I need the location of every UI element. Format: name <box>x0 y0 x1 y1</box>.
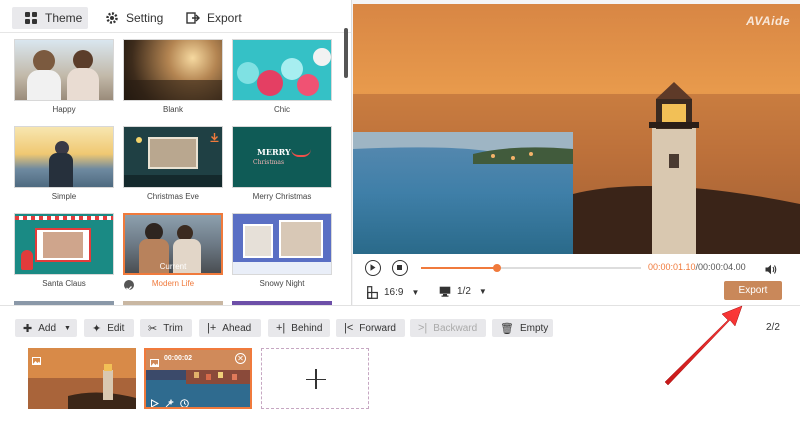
chevron-down-icon: ▼ <box>64 324 71 332</box>
empty-button[interactable]: 🗑 Empty <box>492 319 553 337</box>
theme-label: Merry Christmas <box>252 192 312 201</box>
plus-icon <box>306 378 326 380</box>
chevron-down-icon: ▼ <box>478 287 487 296</box>
theme-thumbnail[interactable] <box>14 126 114 188</box>
stop-button[interactable] <box>392 260 408 276</box>
theme-thumbnail[interactable]: MERRY Christmas <box>232 126 332 188</box>
time-current: 00:00:01.10 <box>648 262 696 272</box>
backward-label: Backward <box>433 322 478 334</box>
volume-icon[interactable] <box>765 262 777 275</box>
monitor-icon <box>439 286 451 297</box>
behind-button[interactable]: +| Behind <box>268 319 330 337</box>
play-icon[interactable] <box>150 395 160 407</box>
play-button[interactable] <box>365 260 381 276</box>
theme-label: Christmas Eve <box>146 192 199 201</box>
tab-export[interactable]: Export <box>186 7 242 29</box>
progress-bar[interactable] <box>421 264 641 272</box>
app-window: Theme Setting Export Happy Blank Chic Si… <box>0 0 800 422</box>
current-badge: Current <box>159 262 187 271</box>
aspect-ratio-value: 16:9 <box>384 287 404 298</box>
edit-button[interactable]: ✦ Edit <box>84 319 134 337</box>
download-icon[interactable] <box>210 129 219 143</box>
plus-icon: ✚ <box>23 322 33 335</box>
theme-thumbnail-selected[interactable]: Current <box>123 213 223 275</box>
behind-icon: +| <box>276 322 286 334</box>
magic-wand-icon[interactable] <box>165 395 175 407</box>
backward-button[interactable]: >| Backward <box>410 319 486 337</box>
aspect-ratio-select[interactable]: 16:9 ▼ <box>367 286 419 299</box>
gear-icon <box>105 11 119 25</box>
theme-label: Snowy Night <box>259 279 305 288</box>
image-icon <box>32 352 41 365</box>
theme-thumbnail[interactable] <box>14 213 114 275</box>
theme-thumbnail[interactable] <box>123 126 223 188</box>
theme-thumbnail[interactable] <box>232 213 332 275</box>
timeline: 00:00:02 ✕ <box>0 345 800 422</box>
scrollbar[interactable] <box>344 28 348 78</box>
behind-label: Behind <box>291 322 323 334</box>
scissors-icon: ✂ <box>148 322 158 335</box>
theme-label: Happy <box>52 105 76 114</box>
add-button[interactable]: ✚ Add ▼ <box>15 319 77 337</box>
theme-label: Simple <box>51 192 77 201</box>
theme-label: Modern Life <box>151 279 195 288</box>
stop-icon <box>397 265 402 270</box>
forward-button[interactable]: |< Forward <box>336 319 405 337</box>
add-clip-button[interactable] <box>261 348 369 409</box>
progress-knob[interactable] <box>492 264 501 272</box>
preview-image <box>353 4 800 254</box>
aspect-ratio-icon <box>367 286 378 299</box>
theme-grid: Happy Blank Chic Simple Christmas Eve ME… <box>0 33 340 305</box>
close-icon[interactable]: ✕ <box>235 353 246 364</box>
theme-thumbnail[interactable] <box>14 39 114 101</box>
clip-tools <box>150 395 189 407</box>
clip-duration: 00:00:02 <box>164 355 193 362</box>
trim-label: Trim <box>163 322 183 334</box>
player-controls: 00:00:01.10/00:00:04.00 16:9 ▼ 1/2 ▼ Exp… <box>353 254 800 305</box>
theme-thumbnail[interactable] <box>232 39 332 101</box>
progress-fill <box>421 267 497 269</box>
timeline-clip[interactable] <box>28 348 136 409</box>
screen-select[interactable]: 1/2 ▼ <box>439 286 487 297</box>
page-count: 2/2 <box>766 322 780 333</box>
tab-theme-label: Theme <box>45 11 83 25</box>
play-icon <box>370 264 376 271</box>
theme-panel: Theme Setting Export Happy Blank Chic Si… <box>0 0 352 305</box>
theme-label: Santa Claus <box>42 279 86 288</box>
empty-label: Empty <box>519 322 549 334</box>
theme-label: Blank <box>162 105 183 114</box>
trash-icon: 🗑 <box>500 322 514 335</box>
export-icon <box>186 11 200 25</box>
chevron-down-icon: ▼ <box>411 288 420 297</box>
ahead-icon: |+ <box>207 322 217 334</box>
ahead-button[interactable]: |+ Ahead <box>199 319 261 337</box>
add-label: Add <box>38 322 57 334</box>
grid-icon <box>24 11 38 25</box>
screen-value: 1/2 <box>457 286 471 297</box>
tab-theme[interactable]: Theme <box>12 7 88 29</box>
tab-setting[interactable]: Setting <box>105 7 163 29</box>
forward-icon: |< <box>344 322 354 334</box>
trim-button[interactable]: ✂ Trim <box>140 319 192 337</box>
tab-export-label: Export <box>207 11 242 25</box>
edit-label: Edit <box>107 322 125 334</box>
brand-logo: AVAide <box>746 14 790 28</box>
time-total: /00:00:04.00 <box>695 262 746 272</box>
theme-thumbnail[interactable] <box>123 39 223 101</box>
clock-icon[interactable] <box>180 395 189 407</box>
time-display: 00:00:01.10/00:00:04.00 <box>648 262 746 272</box>
edit-toolbar: ✚ Add ▼ ✦ Edit ✂ Trim |+ Ahead +| Behind |< For… <box>0 305 800 345</box>
tab-setting-label: Setting <box>126 11 164 25</box>
timeline-clip-selected[interactable]: 00:00:02 ✕ <box>144 348 252 409</box>
backward-icon: >| <box>418 322 428 334</box>
tab-bar: Theme Setting Export <box>0 0 351 33</box>
video-preview: AVAide <box>353 4 800 254</box>
export-button[interactable]: Export <box>724 281 782 300</box>
image-icon <box>150 354 159 367</box>
clip-thumbnail <box>28 348 136 409</box>
theme-label: Chic <box>273 105 290 114</box>
magic-wand-icon: ✦ <box>92 322 102 335</box>
ahead-label: Ahead <box>222 322 252 334</box>
forward-label: Forward <box>359 322 396 334</box>
